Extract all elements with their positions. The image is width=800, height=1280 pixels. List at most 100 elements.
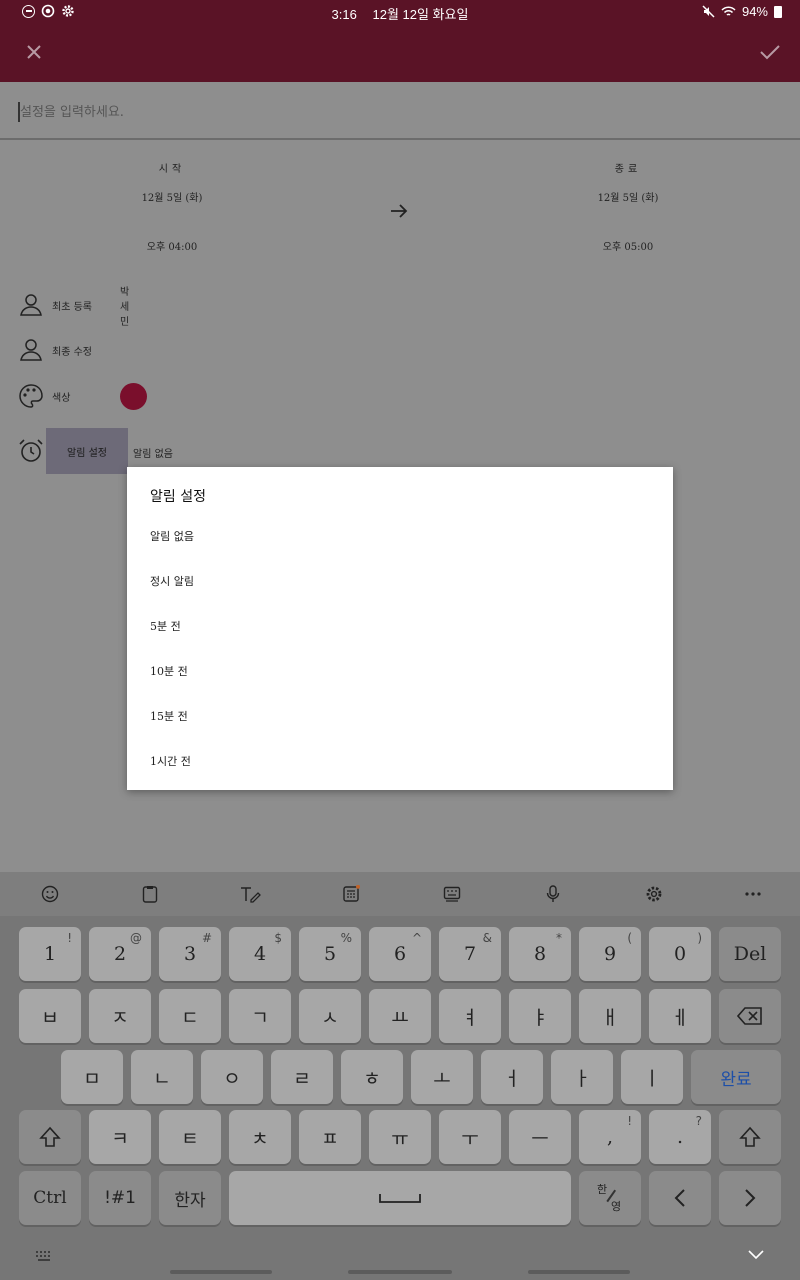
palette-icon [19,384,43,408]
key-hangul[interactable]: ㅗ [411,1050,473,1104]
key-label: 5 [323,943,337,965]
end-date[interactable]: 12월 5일 (화) [528,189,728,204]
dialog-option[interactable]: 5분 전 [127,606,673,646]
key-hangul[interactable]: ㅂ [19,989,81,1043]
key-hangul[interactable]: ㅜ [439,1110,501,1164]
more-icon[interactable] [741,882,765,906]
key-1[interactable]: 1! [19,927,81,981]
emoji-icon[interactable] [38,882,62,906]
key-hangul[interactable]: ㅓ [481,1050,543,1104]
handwriting-icon[interactable] [238,882,262,906]
key-label: 6 [393,943,407,965]
clipboard-icon[interactable] [138,882,162,906]
dialog-option[interactable]: 1시간 전 [127,741,673,781]
color-swatch[interactable] [120,383,147,410]
end-section: 종료 12월 5일 (화) 오후 05:00 [528,160,728,253]
key-hangul[interactable]: ㅡ [509,1110,571,1164]
key-9[interactable]: 9( [579,927,641,981]
key-hangul[interactable]: ㅍ [299,1110,361,1164]
key-hangul[interactable]: ㄱ [229,989,291,1043]
hide-keyboard-icon[interactable] [748,1250,764,1260]
shift-key-left[interactable] [19,1110,81,1164]
key-hangul[interactable]: ㅋ [89,1110,151,1164]
key-sup: $ [274,931,282,945]
left-arrow-key[interactable] [649,1171,711,1225]
key-hangul[interactable]: ㅑ [509,989,571,1043]
key-hangul[interactable]: ㅣ [621,1050,683,1104]
mic-icon[interactable] [541,882,565,906]
key-hangul[interactable]: ㅈ [89,989,151,1043]
keypad-icon[interactable] [339,882,363,906]
key-hangul[interactable]: ㅠ [369,1110,431,1164]
key-hangul[interactable]: ㄷ [159,989,221,1043]
battery-icon [774,5,782,18]
right-arrow-key[interactable] [719,1171,781,1225]
key-label: ㅋ [111,1127,129,1150]
comma-key[interactable]: ,! [579,1110,641,1164]
key-hangul[interactable]: ㅔ [649,989,711,1043]
keyboard-grid-icon[interactable] [35,1250,53,1262]
key-hangul[interactable]: ㄴ [131,1050,193,1104]
dialog-option[interactable]: 알림 없음 [127,516,673,556]
key-label: 1 [43,943,57,965]
keyboard-icon[interactable] [440,882,464,906]
alarm-dialog: 알림 설정 알림 없음 정시 알림 5분 전 10분 전 15분 전 1시간 전 [127,467,673,790]
title-input[interactable] [20,100,620,124]
end-time[interactable]: 오후 05:00 [528,238,728,253]
key-hangul[interactable]: ㅊ [229,1110,291,1164]
shift-key-right[interactable] [719,1110,781,1164]
key-2[interactable]: 2 @ [89,927,151,981]
symbols-key[interactable]: !#1 [89,1171,151,1225]
key-8[interactable]: 8 * [509,927,571,981]
space-icon [379,1194,421,1203]
ctrl-key[interactable]: Ctrl [19,1171,81,1225]
key-label: ㅊ [251,1127,269,1150]
nav-bar-back[interactable] [528,1270,630,1274]
close-icon[interactable] [20,38,48,66]
dialog-option[interactable]: 정시 알림 [127,561,673,601]
key-hangul[interactable]: ㅎ [341,1050,403,1104]
dialog-option[interactable]: 10분 전 [127,651,673,691]
key-4[interactable]: 4 $ [229,927,291,981]
space-key[interactable] [229,1171,571,1225]
key-6[interactable]: 6 ^ [369,927,431,981]
battery-percent: 94% [741,4,768,19]
period-key[interactable]: .? [649,1110,711,1164]
key-sup: * [556,931,562,945]
key-hangul[interactable]: ㅁ [61,1050,123,1104]
key-label: , [606,1126,614,1148]
alarm-settings-button[interactable]: 알림 설정 [46,428,128,474]
key-hangul[interactable]: ㅕ [439,989,501,1043]
created-row: 최초 등록 박세민 [18,287,129,328]
dialog-option[interactable]: 15분 전 [127,696,673,736]
nav-bar-home[interactable] [348,1270,452,1274]
key-0[interactable]: 0) [649,927,711,981]
key-hangul[interactable]: ㅇ [201,1050,263,1104]
key-7[interactable]: 7 & [439,927,501,981]
check-icon[interactable] [756,38,784,66]
key-3[interactable]: 3 # [159,927,221,981]
person-icon [20,339,42,361]
color-label: 색상 [52,392,71,404]
backspace-key[interactable] [719,989,781,1043]
gear-icon[interactable] [642,882,666,906]
key-label: 2 [113,943,127,965]
key-5[interactable]: 5% [299,927,361,981]
key-hangul[interactable]: ㄹ [271,1050,333,1104]
key-hangul[interactable]: ㅅ [299,989,361,1043]
key-hangul[interactable]: ㅛ [369,989,431,1043]
language-key[interactable]: 한 영 [579,1171,641,1225]
done-key[interactable]: 완료 [691,1050,781,1104]
delete-key[interactable]: Del [719,927,781,981]
start-time[interactable]: 오후 04:00 [72,238,272,253]
key-sup: ( [627,931,632,945]
key-label: ㅠ [391,1127,409,1150]
hanja-key[interactable]: 한자 [159,1171,221,1225]
key-hangul[interactable]: ㅏ [551,1050,613,1104]
start-date[interactable]: 12월 5일 (화) [72,189,272,204]
nav-bar-recent[interactable] [170,1270,272,1274]
key-label: 3 [183,943,197,965]
key-label: 9 [603,943,617,965]
key-hangul[interactable]: ㅌ [159,1110,221,1164]
key-hangul[interactable]: ㅐ [579,989,641,1043]
